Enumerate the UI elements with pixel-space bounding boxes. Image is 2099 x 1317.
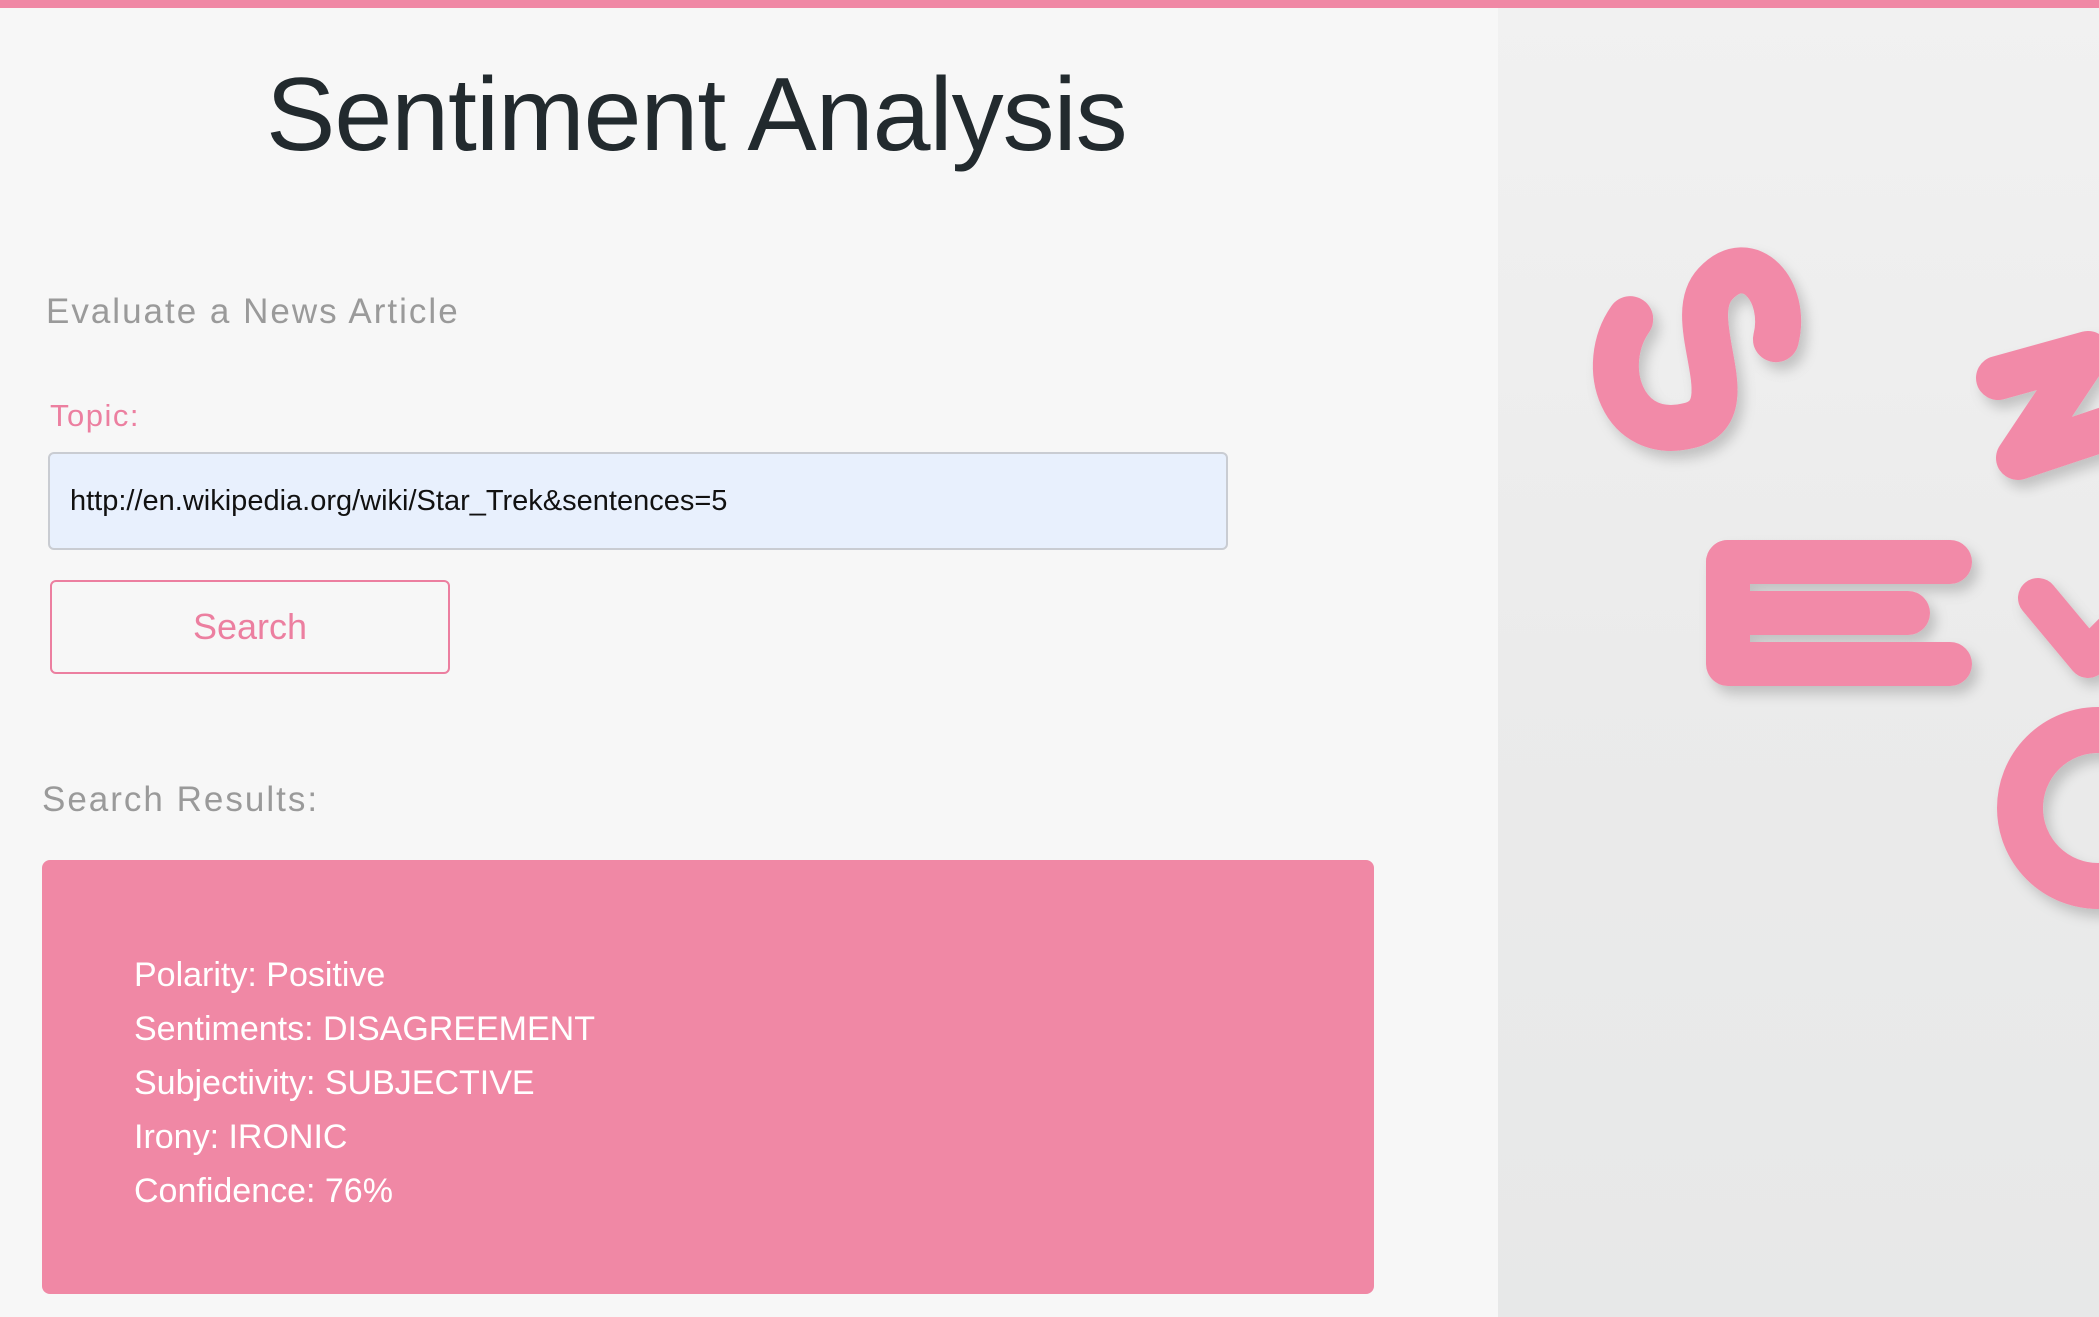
result-subjectivity: Subjectivity: SUBJECTIVE [134,1064,535,1102]
search-button[interactable]: Search [50,580,450,674]
result-irony: Irony: IRONIC [134,1118,348,1156]
search-results-heading: Search Results: [42,780,320,819]
results-card: Polarity: Positive Sentiments: DISAGREEM… [42,860,1374,1294]
result-polarity: Polarity: Positive [134,956,386,994]
top-accent-bar [0,0,2099,8]
page-title: Sentiment Analysis [266,57,1128,173]
topic-input[interactable] [48,452,1228,550]
main-panel: Sentiment Analysis Evaluate a News Artic… [0,8,1498,1317]
topic-label: Topic: [50,398,140,433]
pink-magnetic-letters-image [1593,247,2099,909]
hero-panel [1498,8,2099,1317]
result-sentiments: Sentiments: DISAGREEMENT [134,1010,596,1048]
evaluate-heading: Evaluate a News Article [46,292,460,331]
result-confidence: Confidence: 76% [134,1172,393,1210]
